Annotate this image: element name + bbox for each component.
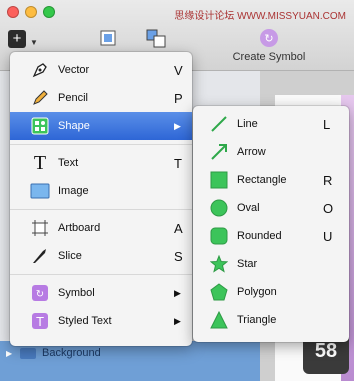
- submenu-item-arrow[interactable]: Arrow: [193, 138, 349, 166]
- line-icon: [209, 114, 229, 134]
- separator: [10, 144, 192, 145]
- close-window-button[interactable]: [7, 6, 19, 18]
- slice-icon: [30, 246, 50, 266]
- menu-item-slice[interactable]: Slice S: [10, 242, 192, 270]
- create-symbol-icon[interactable]: ↻: [259, 28, 279, 48]
- minimize-window-button[interactable]: [25, 6, 37, 18]
- star-icon: [209, 254, 229, 274]
- arrow-icon: [209, 142, 229, 162]
- submenu-item-line[interactable]: Line L: [193, 110, 349, 138]
- pen-icon: [30, 60, 50, 80]
- shape-submenu: Line L Arrow Rectangle R Oval O Rounded …: [193, 106, 349, 342]
- shape-icon: [30, 116, 50, 136]
- folder-icon: [20, 348, 36, 359]
- disclosure-triangle-icon[interactable]: ▶: [6, 349, 12, 358]
- submenu-item-triangle[interactable]: Triangle: [193, 306, 349, 334]
- watermark: 思缘设计论坛 WWW.MISSYUAN.COM: [174, 11, 346, 22]
- menu-item-shape[interactable]: Shape ▶: [10, 112, 192, 140]
- rounded-rectangle-icon: [209, 226, 229, 246]
- menu-item-artboard[interactable]: Artboard A: [10, 214, 192, 242]
- separator: [10, 274, 192, 275]
- layer-row-background[interactable]: [0, 341, 260, 381]
- menu-item-text[interactable]: T Text T: [10, 149, 192, 177]
- menu-item-image[interactable]: Image: [10, 177, 192, 205]
- group-icon[interactable]: [98, 28, 118, 48]
- ungroup-icon[interactable]: [145, 28, 166, 48]
- triangle-icon: [209, 310, 229, 330]
- polygon-icon: [209, 282, 229, 302]
- separator: [10, 209, 192, 210]
- menu-item-symbol[interactable]: ↻ Symbol ▶: [10, 279, 192, 307]
- svg-text:T: T: [35, 315, 44, 329]
- menu-item-pencil[interactable]: Pencil P: [10, 84, 192, 112]
- insert-menu: Vector V Pencil P Shape ▶ T Text T Image…: [10, 52, 192, 346]
- oval-icon: [209, 198, 229, 218]
- submenu-item-oval[interactable]: Oval O: [193, 194, 349, 222]
- svg-text:↻: ↻: [36, 289, 44, 300]
- menu-item-vector[interactable]: Vector V: [10, 56, 192, 84]
- image-icon: [30, 181, 50, 201]
- pencil-icon: [30, 88, 50, 108]
- text-icon: T: [33, 151, 47, 174]
- menu-item-styled-text[interactable]: T Styled Text ▶: [10, 307, 192, 335]
- svg-text:↻: ↻: [264, 32, 273, 45]
- styled-text-icon: T: [30, 311, 50, 331]
- zoom-window-button[interactable]: [43, 6, 55, 18]
- rectangle-icon: [209, 170, 229, 190]
- submenu-item-rectangle[interactable]: Rectangle R: [193, 166, 349, 194]
- chevron-down-icon[interactable]: ▼: [30, 38, 38, 47]
- layer-name: Background: [42, 347, 101, 359]
- submenu-item-rounded[interactable]: Rounded U: [193, 222, 349, 250]
- submenu-item-star[interactable]: Star: [193, 250, 349, 278]
- create-symbol-label[interactable]: Create Symbol: [222, 51, 316, 63]
- insert-button[interactable]: +: [8, 30, 26, 48]
- artboard-icon: [30, 218, 50, 238]
- submenu-item-polygon[interactable]: Polygon: [193, 278, 349, 306]
- symbol-icon: ↻: [30, 283, 50, 303]
